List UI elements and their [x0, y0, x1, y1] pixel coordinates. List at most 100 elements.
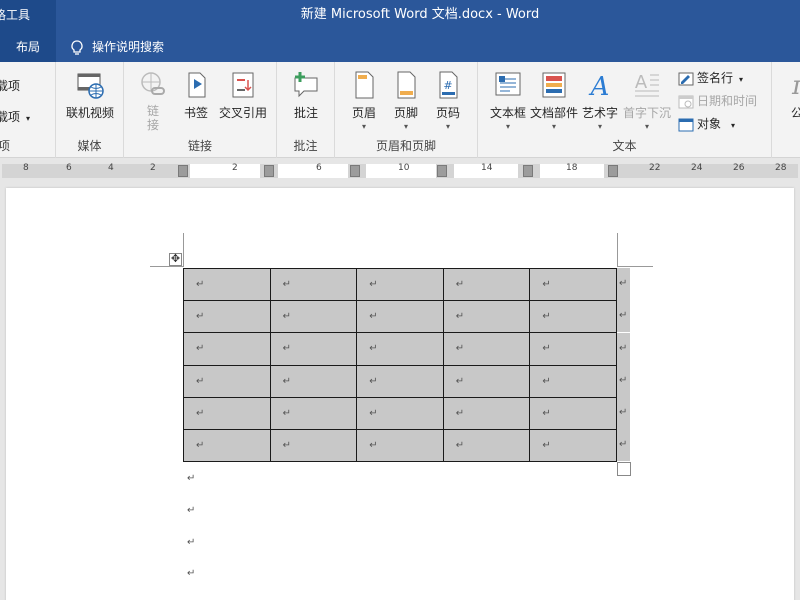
document-table[interactable]: ↵ ↵ ↵ ↵ ↵ ↵ ↵ ↵ ↵ ↵ ↵ ↵ ↵ ↵ ↵ ↵ ↵ ↵ ↵ ↵ ↵ ↵ ↵ ↵ ↵ ↵ ↵ ↵ ↵ ↵	[183, 267, 617, 463]
table-resize-handle[interactable]	[617, 462, 631, 476]
comment-button[interactable]: 批注	[287, 70, 325, 121]
tab-layout[interactable]: 布局	[0, 32, 56, 62]
table-cell[interactable]: ↵	[269, 267, 358, 302]
row-end-mark: ↵	[617, 268, 630, 300]
quick-parts-button[interactable]: 文档部件 ▾	[530, 70, 578, 131]
page-number-button[interactable]: # 页码 ▾	[431, 70, 465, 131]
textbox-icon	[495, 72, 521, 96]
table-cell[interactable]: ↵	[356, 267, 444, 302]
ruler-number: 4	[108, 163, 114, 173]
footer-label: 页脚	[393, 106, 418, 120]
table-cell[interactable]: ↵	[529, 300, 617, 334]
object-icon	[678, 118, 694, 131]
paragraph-mark[interactable]: ↵	[187, 537, 195, 548]
table-cell[interactable]: ↵	[442, 267, 531, 302]
object-button[interactable]: 对象 ▾	[678, 114, 735, 134]
ruler-column-marker[interactable]	[350, 165, 360, 177]
table-move-handle-icon[interactable]: ✥	[169, 253, 182, 266]
table-cell[interactable]: ↵	[529, 267, 617, 302]
ruler-column-marker[interactable]	[437, 165, 447, 177]
table-cell[interactable]: ↵	[442, 364, 531, 398]
link-icon	[141, 72, 165, 95]
table-cell[interactable]: ↵	[529, 428, 617, 463]
table-cell[interactable]: ↵	[183, 428, 271, 463]
footer-button[interactable]: 页脚 ▾	[389, 70, 423, 131]
equation-button[interactable]: π 公	[782, 70, 800, 121]
group-media: 联机视频 媒体	[56, 62, 124, 158]
window-title: 新建 Microsoft Word 文档.docx - Word	[300, 7, 540, 22]
table-cell[interactable]: ↵	[442, 396, 531, 430]
row-end-mark: ↵	[617, 300, 630, 332]
calendar-icon	[678, 95, 694, 108]
table-cell[interactable]: ↵	[529, 396, 617, 430]
online-video-button[interactable]: 联机视频	[64, 70, 116, 121]
table-cell[interactable]: ↵	[269, 300, 358, 334]
ruler-number: 6	[316, 163, 322, 173]
bookmark-button[interactable]: 书签	[176, 70, 216, 121]
ruler-column-marker[interactable]	[264, 165, 274, 177]
chevron-down-icon: ▾	[644, 122, 649, 131]
link-label: 链接	[146, 104, 159, 132]
horizontal-ruler[interactable]: 8 6 4 2 2 6 10 14 18 22 24 26 28	[0, 159, 800, 183]
paragraph-mark[interactable]: ↵	[187, 568, 195, 579]
page-number-icon: #	[439, 71, 458, 99]
ruler-column-area	[278, 164, 348, 178]
svg-text:A: A	[635, 72, 648, 93]
wordart-button[interactable]: A 艺术字 ▾	[580, 70, 620, 131]
ruler-number: 2	[150, 163, 156, 173]
header-label: 页眉	[351, 106, 376, 120]
ribbon: 载项 载项 ▾ 项 联机视频 媒体 链接 书签 交叉引用 链接 批注 批注 页眉…	[0, 62, 800, 158]
table-cell[interactable]: ↵	[183, 332, 271, 366]
ruler-number: 26	[733, 163, 745, 173]
row-end-mark: ↵	[617, 397, 630, 429]
textbox-button[interactable]: 文本框 ▾	[486, 70, 530, 131]
footer-icon	[397, 71, 416, 99]
table-cell[interactable]: ↵	[183, 364, 271, 398]
table-cell[interactable]: ↵	[442, 300, 531, 334]
group-label-links: 链接	[187, 139, 212, 153]
crop-mark	[150, 266, 183, 267]
table-cell[interactable]: ↵	[269, 364, 358, 398]
signature-line-icon	[678, 72, 694, 85]
table-cell[interactable]: ↵	[269, 332, 358, 366]
date-time-button[interactable]: 日期和时间	[678, 91, 757, 111]
table-cell[interactable]: ↵	[183, 267, 271, 302]
table-cell[interactable]: ↵	[269, 428, 358, 463]
signature-line-button[interactable]: 签名行 ▾	[678, 68, 743, 88]
chevron-down-icon: ▾	[445, 122, 450, 131]
row-end-mark: ↵	[617, 429, 630, 461]
group-text: 文本框 ▾ 文档部件 ▾ A 艺术字 ▾ A 首字下沉 ▾ 签名行 ▾ 日期和时间…	[478, 62, 772, 158]
table-cell[interactable]: ↵	[529, 364, 617, 398]
table-cell[interactable]: ↵	[529, 332, 617, 366]
table-cell[interactable]: ↵	[183, 396, 271, 430]
paragraph-mark[interactable]: ↵	[187, 473, 195, 484]
header-button[interactable]: 页眉 ▾	[347, 70, 381, 131]
group-label-addins: 项	[0, 139, 11, 153]
table-cell[interactable]: ↵	[442, 428, 531, 463]
ruler-column-marker[interactable]	[523, 165, 533, 177]
comment-label: 批注	[293, 106, 318, 120]
tell-me-search[interactable]: 操作说明搜索	[70, 32, 164, 62]
contextual-tab-label: 格工具	[0, 0, 56, 32]
ruler-column-marker[interactable]	[178, 165, 188, 177]
paragraph-mark[interactable]: ↵	[187, 505, 195, 516]
table-cell[interactable]: ↵	[356, 332, 444, 366]
chevron-down-icon: ▾	[597, 122, 602, 131]
addins-item-2[interactable]: 载项 ▾	[0, 107, 30, 127]
ruler-number: 14	[481, 163, 493, 173]
table-cell[interactable]: ↵	[356, 300, 444, 334]
table-cell[interactable]: ↵	[356, 364, 444, 398]
ruler-column-area	[190, 164, 260, 178]
table-cell[interactable]: ↵	[442, 332, 531, 366]
table-cell[interactable]: ↵	[183, 300, 271, 334]
table-cell[interactable]: ↵	[356, 396, 444, 430]
equation-icon: π	[791, 71, 800, 100]
ruler-column-marker[interactable]	[608, 165, 618, 177]
link-button[interactable]: 链接	[136, 70, 170, 132]
table-cell[interactable]: ↵	[356, 428, 444, 463]
equation-label: 公	[790, 106, 800, 120]
table-cell[interactable]: ↵	[269, 396, 358, 430]
dropcap-button[interactable]: A 首字下沉 ▾	[622, 70, 672, 131]
cross-reference-button[interactable]: 交叉引用	[216, 70, 270, 121]
addins-item-1[interactable]: 载项	[0, 76, 20, 96]
